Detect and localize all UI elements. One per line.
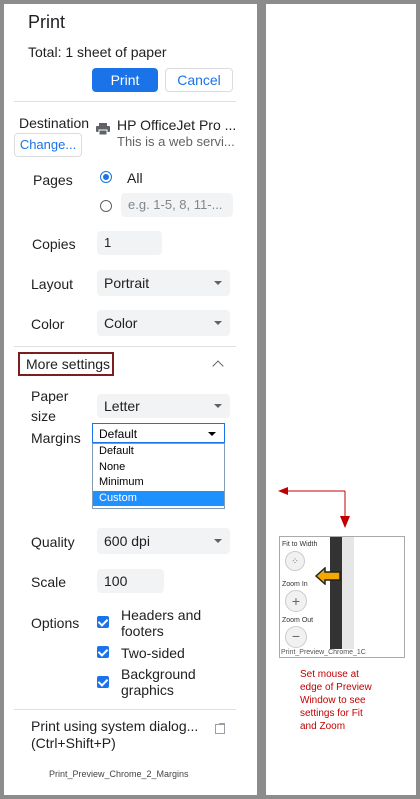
- destination-label: Destination: [19, 115, 90, 131]
- paper-size-label-line2: size: [31, 408, 56, 424]
- change-destination-button[interactable]: Change...: [14, 133, 82, 157]
- paper-size-select[interactable]: Letter: [97, 394, 230, 418]
- preview-edge-bar: [330, 537, 342, 649]
- headers-footers-checkbox[interactable]: [97, 616, 109, 628]
- arrow-left-icon: [315, 567, 341, 585]
- options-label: Options: [31, 615, 80, 631]
- background-graphics-label-line2: graphics: [121, 682, 174, 698]
- note-line-2: edge of Preview: [300, 682, 372, 693]
- cancel-button[interactable]: Cancel: [165, 68, 233, 92]
- margins-value: Default: [99, 427, 138, 441]
- annotation-arrow: [278, 487, 350, 528]
- layout-label: Layout: [31, 276, 74, 292]
- pages-all-label: All: [127, 170, 143, 186]
- chevron-down-icon: [214, 281, 222, 285]
- zoom-in-label: Zoom In: [282, 581, 308, 588]
- margins-option-custom[interactable]: Custom: [93, 490, 224, 506]
- fit-to-width-label: Fit to Width: [282, 541, 318, 548]
- headers-footers-label-line1: Headers and: [121, 607, 202, 623]
- color-label: Color: [31, 316, 65, 332]
- note-line-1: Set mouse at: [300, 669, 359, 680]
- paper-size-value: Letter: [104, 398, 140, 414]
- divider: [14, 709, 236, 710]
- note-line-3: Window to see: [300, 695, 366, 706]
- quality-label: Quality: [31, 534, 75, 550]
- chevron-down-icon: [214, 539, 222, 543]
- sheet-total: Total: 1 sheet of paper: [28, 44, 167, 60]
- scale-input[interactable]: 100: [97, 569, 164, 593]
- note-line-4: settings for Fit: [300, 708, 363, 719]
- margins-label: Margins: [31, 430, 81, 446]
- printer-name[interactable]: HP OfficeJet Pro ...: [117, 117, 236, 133]
- two-sided-checkbox[interactable]: [97, 646, 109, 658]
- system-dialog-link-line2[interactable]: (Ctrl+Shift+P): [31, 735, 116, 751]
- fit-to-width-button[interactable]: ⁘: [285, 551, 305, 571]
- inset-caption: Print_Preview_Chrome_1C: [281, 649, 366, 656]
- margins-option-default[interactable]: Default: [93, 444, 224, 460]
- note-line-5: and Zoom: [300, 721, 346, 732]
- chevron-down-icon: [214, 404, 222, 408]
- layout-select[interactable]: Portrait: [97, 270, 230, 296]
- margins-option-none[interactable]: None: [93, 460, 224, 476]
- pages-all-radio[interactable]: [100, 171, 112, 183]
- more-settings-toggle[interactable]: More settings: [18, 352, 114, 376]
- system-dialog-link-line1[interactable]: Print using system dialog...: [31, 718, 198, 734]
- annotation-note: Set mouse at edge of Preview Window to s…: [300, 668, 372, 733]
- printer-icon: [96, 123, 110, 135]
- zoom-inset: Fit to Width ⁘ Zoom In + Zoom Out − Prin…: [279, 536, 405, 658]
- margins-option-minimum[interactable]: Minimum: [93, 475, 224, 491]
- print-title: Print: [28, 12, 66, 32]
- divider: [14, 101, 236, 102]
- background-graphics-checkbox[interactable]: [97, 676, 109, 688]
- quality-value: 600 dpi: [104, 533, 150, 549]
- printer-description: This is a web servi...: [117, 134, 235, 149]
- open-external-icon: [215, 723, 225, 734]
- copies-label: Copies: [32, 236, 76, 252]
- caption-left: Print_Preview_Chrome_2_Margins: [49, 769, 189, 779]
- margins-dropdown[interactable]: Default None Minimum Custom: [92, 443, 225, 509]
- headers-footers-label-line2: footers: [121, 623, 164, 639]
- copies-input[interactable]: 1: [97, 231, 162, 255]
- zoom-in-button[interactable]: +: [285, 590, 307, 612]
- quality-select[interactable]: 600 dpi: [97, 528, 230, 554]
- background-graphics-label-line1: Background: [121, 666, 196, 682]
- color-value: Color: [104, 315, 138, 331]
- chevron-down-icon: [214, 321, 222, 325]
- layout-value: Portrait: [104, 275, 150, 291]
- margins-select[interactable]: Default: [92, 423, 225, 443]
- pages-custom-input[interactable]: e.g. 1-5, 8, 11-...: [121, 193, 233, 217]
- zoom-out-label: Zoom Out: [282, 617, 314, 624]
- pages-custom-radio[interactable]: [100, 200, 112, 212]
- chevron-down-icon: [208, 432, 216, 436]
- pages-label: Pages: [33, 172, 73, 188]
- two-sided-label: Two-sided: [121, 645, 185, 661]
- divider: [14, 346, 236, 347]
- paper-size-label-line1: Paper: [31, 388, 69, 404]
- print-button[interactable]: Print: [92, 68, 158, 92]
- preview-strip: [342, 537, 354, 649]
- scale-label: Scale: [31, 574, 67, 590]
- color-select[interactable]: Color: [97, 310, 230, 336]
- zoom-out-button[interactable]: −: [285, 626, 307, 648]
